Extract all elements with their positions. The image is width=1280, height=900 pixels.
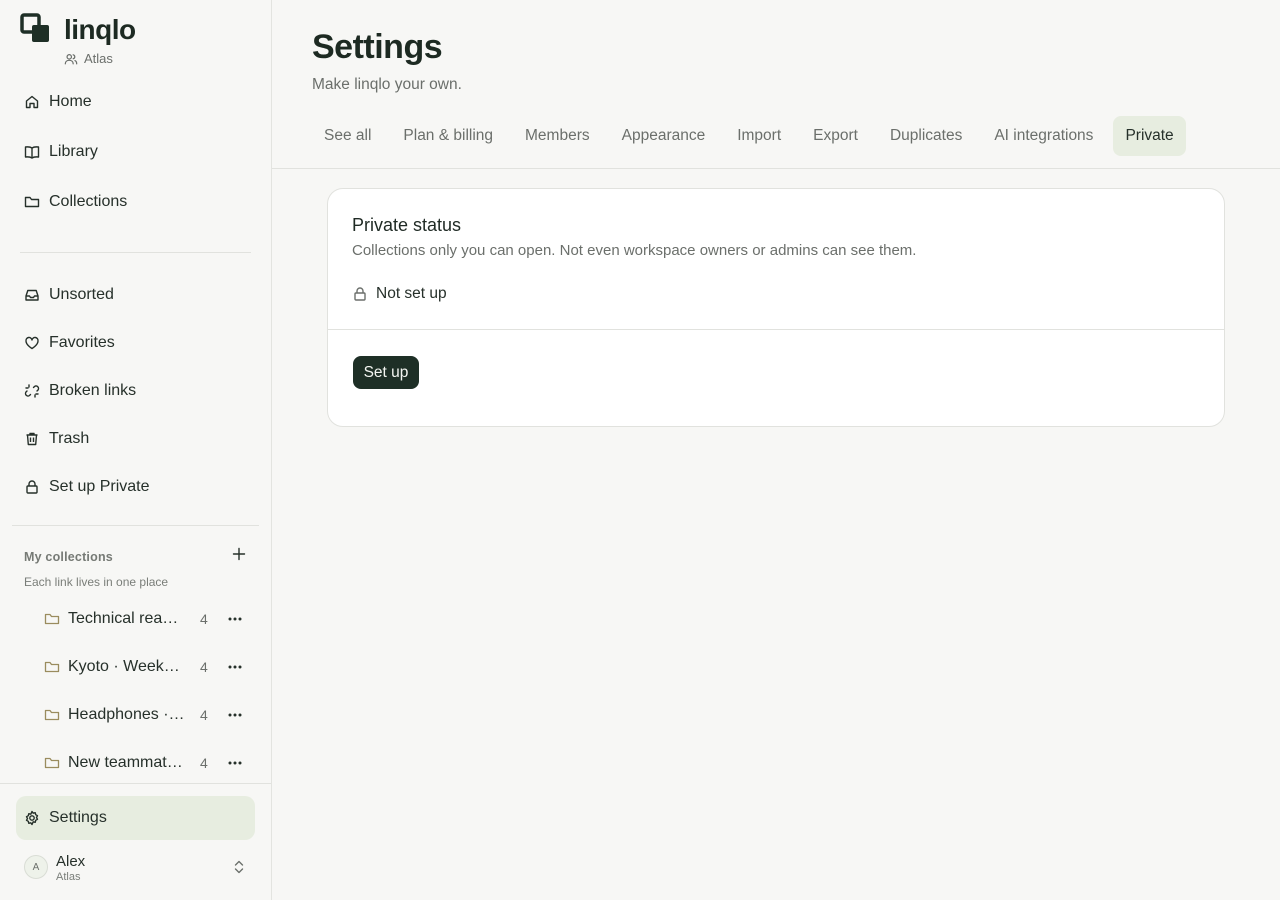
nav-item-trash[interactable]: Trash — [16, 419, 256, 459]
folder-icon — [44, 709, 60, 721]
tab-import[interactable]: Import — [725, 116, 793, 156]
linqlo-logo-icon — [20, 12, 52, 46]
tab-appearance[interactable]: Appearance — [610, 116, 718, 156]
home-icon — [25, 95, 39, 109]
collection-item[interactable]: Technical reading 4 — [36, 601, 256, 637]
ellipsis-icon — [228, 713, 242, 717]
lock-icon — [26, 480, 38, 494]
trash-icon — [26, 432, 38, 446]
brand[interactable]: linqlo — [20, 12, 136, 46]
collection-item[interactable]: New teammate onboarding 4 — [36, 745, 256, 781]
card-description: Collections only you can open. Not even … — [352, 242, 917, 259]
nav-item-set-up-private[interactable]: Set up Private — [16, 467, 256, 507]
collection-item[interactable]: Headphones · research 4 — [36, 697, 256, 733]
book-icon — [24, 146, 40, 159]
collection-item[interactable]: Kyoto · Weekend 4 — [36, 649, 256, 685]
nav-label: Library — [49, 143, 98, 160]
collection-name: Technical reading — [68, 610, 186, 627]
heart-icon — [25, 336, 39, 350]
brand-name: linqlo — [64, 14, 136, 45]
sidebar: linqlo Atlas Home Library Collections Un… — [0, 0, 272, 900]
nav-item-library[interactable]: Library — [16, 132, 256, 172]
card-title: Private status — [352, 215, 462, 235]
nav-item-collections[interactable]: Collections — [16, 182, 256, 222]
chevron-up-down-icon — [234, 860, 244, 874]
tab-see-all[interactable]: See all — [312, 116, 383, 156]
nav-item-broken-links[interactable]: Broken links — [16, 371, 256, 411]
tabs-divider — [272, 168, 1280, 169]
ellipsis-icon — [228, 665, 242, 669]
nav-item-unsorted[interactable]: Unsorted — [16, 275, 256, 315]
broken-link-icon — [24, 384, 40, 398]
my-collections-title: My collections — [24, 550, 113, 564]
gear-icon — [25, 810, 39, 826]
inbox-icon — [25, 289, 39, 301]
set-up-button[interactable]: Set up — [353, 356, 419, 389]
workspace-name: Atlas — [84, 51, 113, 66]
user-name: Alex — [56, 853, 86, 870]
plus-icon — [232, 547, 246, 561]
folder-icon — [44, 757, 60, 769]
settings-label: Settings — [49, 809, 107, 826]
more-options-button[interactable] — [225, 609, 245, 629]
avatar: A — [24, 855, 48, 879]
nav-label: Broken links — [49, 382, 137, 399]
nav-label: Favorites — [49, 334, 115, 351]
collection-name: Kyoto · Weekend — [68, 658, 186, 675]
nav-item-settings[interactable]: Settings — [16, 796, 255, 840]
ellipsis-icon — [228, 617, 242, 621]
add-collection-button[interactable] — [229, 544, 249, 564]
page-title: Settings — [312, 28, 443, 66]
nav-label: Collections — [49, 193, 128, 210]
user-switcher[interactable]: A Alex Atlas — [24, 852, 252, 884]
tab-duplicates[interactable]: Duplicates — [878, 116, 974, 156]
settings-tabs: See all Plan & billing Members Appearanc… — [312, 116, 1186, 156]
private-status-card: Private status Collections only you can … — [327, 188, 1225, 427]
tab-export[interactable]: Export — [801, 116, 870, 156]
collection-count: 4 — [200, 755, 208, 771]
tab-ai-integrations[interactable]: AI integrations — [982, 116, 1105, 156]
collection-name: New teammate onboarding — [68, 754, 186, 771]
nav-item-home[interactable]: Home — [16, 82, 256, 122]
sidebar-divider — [0, 783, 271, 784]
nav-label: Set up Private — [49, 478, 150, 495]
more-options-button[interactable] — [225, 657, 245, 677]
tab-members[interactable]: Members — [513, 116, 602, 156]
more-options-button[interactable] — [225, 705, 245, 725]
folder-icon — [44, 661, 60, 673]
sidebar-divider — [12, 525, 259, 526]
nav-item-favorites[interactable]: Favorites — [16, 323, 256, 363]
collection-count: 4 — [200, 707, 208, 723]
nav-label: Unsorted — [49, 286, 114, 303]
collection-name: Headphones · research — [68, 706, 186, 723]
workspace-label[interactable]: Atlas — [64, 51, 113, 66]
more-options-button[interactable] — [225, 753, 245, 773]
my-collections-subtitle: Each link lives in one place — [24, 575, 169, 589]
sidebar-divider — [20, 252, 251, 253]
collection-count: 4 — [200, 611, 208, 627]
nav-label: Home — [49, 93, 92, 110]
private-status: Not set up — [352, 285, 447, 303]
tab-plan-billing[interactable]: Plan & billing — [391, 116, 505, 156]
collection-count: 4 — [200, 659, 208, 675]
card-divider — [328, 329, 1224, 330]
lock-icon — [354, 287, 366, 301]
status-text: Not set up — [376, 285, 447, 302]
page-subtitle: Make linqlo your own. — [312, 76, 462, 93]
ellipsis-icon — [228, 761, 242, 765]
users-icon — [64, 53, 78, 64]
tab-private[interactable]: Private — [1113, 116, 1186, 156]
folder-icon — [24, 196, 40, 208]
nav-label: Trash — [49, 430, 90, 447]
folder-icon — [44, 613, 60, 625]
main-content: Settings Make linqlo your own. See all P… — [272, 0, 1280, 900]
user-workspace: Atlas — [56, 871, 81, 883]
